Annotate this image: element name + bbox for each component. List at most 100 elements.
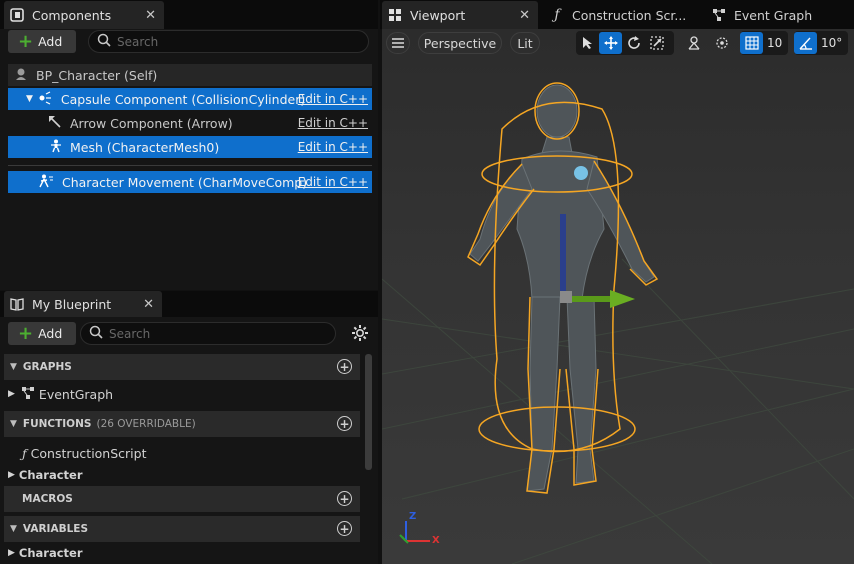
section-macros-label: MACROS [22, 493, 73, 505]
add-component-button[interactable]: + Add [8, 30, 76, 53]
search-icon [89, 325, 103, 342]
category-character-label: Character [18, 468, 83, 482]
component-self-label: BP_Character (Self) [36, 67, 158, 83]
expand-arrow-icon[interactable]: ▶ [8, 548, 15, 558]
viewport-icon [388, 8, 402, 22]
collapse-arrow-icon[interactable]: ▼ [10, 524, 17, 534]
scale-tool-icon[interactable] [645, 32, 668, 54]
axis-x-label: X [432, 535, 440, 546]
blueprint-component-icon [10, 8, 24, 22]
components-search[interactable] [88, 30, 369, 53]
edit-in-cpp-link[interactable]: Edit in C++ [298, 140, 368, 154]
expand-arrow-icon[interactable]: ▼ [26, 94, 33, 104]
category-character-label: Character [18, 546, 83, 560]
arrow-component-icon [48, 115, 62, 132]
plus-icon: + [18, 322, 34, 344]
category-character-functions[interactable]: ▶ Character [8, 465, 83, 485]
plus-icon: + [18, 30, 34, 52]
component-mesh[interactable]: Mesh (CharacterMesh0) Edit in C++ [8, 136, 372, 158]
viewport-canvas[interactable]: Perspective Lit 10 10° Z X [382, 29, 854, 564]
perspective-button[interactable]: Perspective [418, 32, 502, 54]
section-macros[interactable]: MACROS + [4, 486, 360, 512]
book-icon [10, 297, 24, 311]
tab-components[interactable]: Components ✕ [4, 1, 164, 29]
gear-icon[interactable] [351, 324, 369, 345]
viewport-menu-button[interactable] [386, 32, 410, 54]
event-graph-icon [712, 8, 726, 22]
close-icon[interactable]: ✕ [143, 297, 154, 312]
axis-indicator: Z X [396, 509, 446, 549]
grid-snap-icon[interactable] [740, 32, 763, 54]
add-macro-icon[interactable]: + [337, 491, 352, 506]
tab-viewport[interactable]: Viewport ✕ [382, 1, 538, 29]
tab-my-blueprint-label: My Blueprint [32, 296, 112, 312]
rotation-snap-value[interactable]: 10° [821, 36, 842, 50]
add-label: Add [38, 326, 63, 341]
component-character-movement[interactable]: Character Movement (CharMoveComp) Edit i… [8, 171, 372, 193]
component-capsule-label: Capsule Component (CollisionCylinder) [60, 91, 306, 107]
collapse-arrow-icon[interactable]: ▼ [10, 419, 17, 429]
event-graph-icon [21, 386, 35, 403]
actor-icon [14, 67, 28, 84]
components-search-input[interactable] [117, 34, 368, 49]
section-graphs[interactable]: ▼ GRAPHS + [4, 354, 360, 380]
add-blueprint-item-button[interactable]: + Add [8, 322, 76, 345]
search-icon [97, 33, 111, 50]
transform-tools [576, 31, 674, 55]
tab-viewport-label: Viewport [410, 7, 466, 23]
graph-item-eventgraph[interactable]: ▶ EventGraph [8, 384, 113, 404]
component-arrow[interactable]: Arrow Component (Arrow) Edit in C++ [8, 112, 372, 134]
expand-arrow-icon[interactable]: ▶ [8, 389, 15, 399]
capsule-icon [37, 90, 53, 108]
edit-in-cpp-link[interactable]: Edit in C++ [298, 116, 368, 130]
category-character-variables[interactable]: ▶ Character [8, 543, 83, 563]
select-tool-icon[interactable] [576, 32, 599, 54]
tab-event-graph-label: Event Graph [734, 7, 813, 23]
close-icon[interactable]: ✕ [519, 8, 530, 23]
section-variables[interactable]: ▼ VARIABLES + [4, 516, 360, 542]
move-tool-icon[interactable] [599, 32, 622, 54]
component-arrow-label: Arrow Component (Arrow) [70, 115, 233, 131]
hamburger-icon [392, 36, 404, 51]
collapse-arrow-icon[interactable]: ▼ [10, 362, 17, 372]
component-capsule[interactable]: ▼ Capsule Component (CollisionCylinder) … [8, 88, 372, 110]
component-self[interactable]: BP_Character (Self) [8, 64, 372, 86]
scrollbar[interactable] [365, 354, 372, 470]
graph-item-eventgraph-label: EventGraph [38, 386, 114, 402]
component-character-movement-label: Character Movement (CharMoveComp) [62, 174, 308, 190]
function-icon: ƒ [554, 7, 560, 23]
blueprint-search[interactable] [80, 322, 336, 345]
world-local-icon[interactable] [682, 32, 705, 54]
expand-arrow-icon[interactable]: ▶ [8, 470, 15, 480]
rotate-tool-icon[interactable] [622, 32, 645, 54]
blueprint-search-input[interactable] [109, 326, 335, 341]
rotation-snap-icon[interactable] [794, 32, 817, 54]
add-function-icon[interactable]: + [337, 416, 352, 431]
lit-label: Lit [517, 35, 533, 51]
lit-button[interactable]: Lit [510, 32, 540, 54]
add-label: Add [38, 34, 63, 49]
section-functions[interactable]: ▼ FUNCTIONS (26 OVERRIDABLE) + [4, 411, 360, 437]
function-item-constructionscript-label: ConstructionScript [30, 445, 147, 461]
edit-in-cpp-link[interactable]: Edit in C++ [298, 92, 368, 106]
section-graphs-label: GRAPHS [22, 361, 72, 373]
tab-construction-script[interactable]: ƒ Construction Scr... [548, 1, 698, 29]
tab-components-label: Components [32, 7, 112, 23]
components-panel: Components ✕ + Add BP_Character (Self) ▼… [0, 0, 378, 290]
tab-event-graph[interactable]: Event Graph [710, 1, 850, 29]
section-functions-note: (26 OVERRIDABLE) [96, 418, 196, 430]
surface-snap-icon[interactable] [710, 32, 733, 54]
grid-snap-group: 10 [740, 31, 788, 55]
add-variable-icon[interactable]: + [337, 521, 352, 536]
grid-size-value[interactable]: 10 [767, 36, 782, 50]
tab-my-blueprint[interactable]: My Blueprint ✕ [4, 291, 162, 317]
perspective-label: Perspective [423, 35, 497, 51]
close-icon[interactable]: ✕ [145, 8, 156, 23]
component-mesh-label: Mesh (CharacterMesh0) [70, 139, 220, 155]
viewport-scene [382, 82, 854, 564]
my-blueprint-panel: My Blueprint ✕ + Add ▼ GRAPHS + ▶ EventG… [0, 291, 378, 564]
edit-in-cpp-link[interactable]: Edit in C++ [298, 175, 368, 189]
function-item-constructionscript[interactable]: ƒ ConstructionScript [22, 443, 147, 463]
add-graph-icon[interactable]: + [337, 359, 352, 374]
tab-construction-script-label: Construction Scr... [572, 7, 687, 23]
